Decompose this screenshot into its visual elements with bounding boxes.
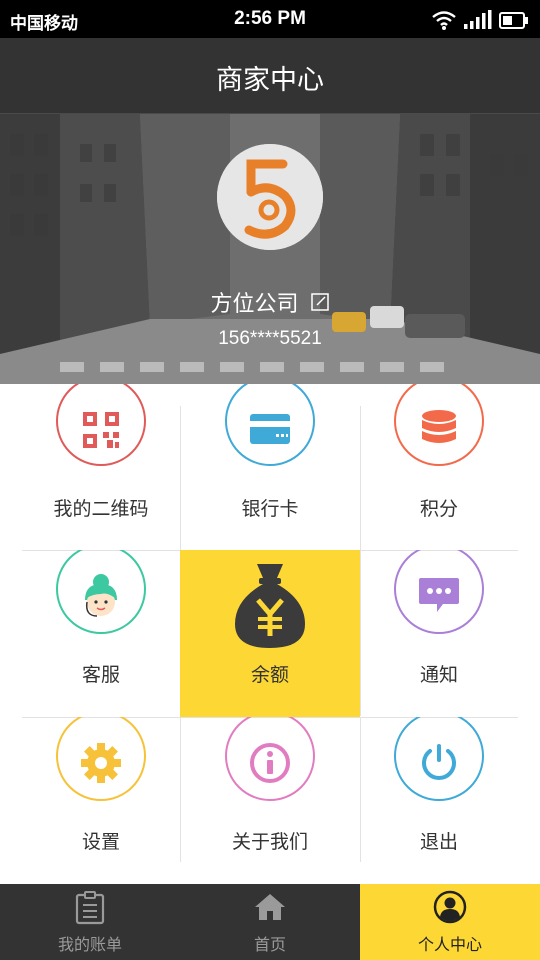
status-bar: 中国移动 2:56 PM <box>0 0 540 38</box>
info-icon <box>180 741 360 789</box>
bill-icon <box>74 891 106 929</box>
grid-item-label: 通知 <box>419 664 458 686</box>
grid-item-notification[interactable]: 通知 <box>360 550 518 717</box>
page-title: 商家中心 <box>216 65 324 96</box>
company-name: 方位公司 <box>210 292 299 317</box>
money-bag-icon <box>180 560 360 656</box>
grid-item-label: 客服 <box>81 664 120 686</box>
grid-item-about-us[interactable]: 关于我们 <box>180 717 360 862</box>
tab-label: 首页 <box>253 935 286 954</box>
phone-number: 156****5521 <box>218 328 322 349</box>
gear-icon <box>22 741 180 789</box>
grid-item-qr-code[interactable]: 我的二维码 <box>22 384 180 550</box>
grid-item-label: 退出 <box>419 831 458 853</box>
grid-item-bank-card[interactable]: 银行卡 <box>180 384 360 550</box>
grid-item-label: 余额 <box>250 664 289 686</box>
home-icon <box>253 892 287 926</box>
bottom-tab-bar: 我的账单 首页 个人中心 <box>0 884 540 960</box>
tab-label: 我的账单 <box>57 935 122 954</box>
company-logo <box>217 144 323 250</box>
function-grid: 我的二维码 银行卡 积分 客服 余额 通知 设置 关于我们 退出 <box>22 384 518 862</box>
grid-item-label: 银行卡 <box>241 498 299 520</box>
message-icon <box>360 576 518 620</box>
user-icon <box>433 890 467 928</box>
qr-code-icon <box>22 410 180 454</box>
tab-my-bills[interactable]: 我的账单 <box>0 884 180 960</box>
grid-item-label: 我的二维码 <box>53 498 149 520</box>
tab-label: 个人中心 <box>417 935 482 954</box>
signal-icon <box>464 10 492 29</box>
coin-stack-icon <box>360 408 518 452</box>
grid-item-label: 积分 <box>419 498 458 520</box>
grid-item-customer-service[interactable]: 客服 <box>22 550 180 717</box>
grid-item-points[interactable]: 积分 <box>360 384 518 550</box>
tab-home[interactable]: 首页 <box>180 884 360 960</box>
power-icon <box>360 741 518 789</box>
bank-card-icon <box>180 412 360 450</box>
customer-service-icon <box>22 572 180 628</box>
profile-banner: 方位公司 156****5521 <box>0 114 540 384</box>
battery-icon <box>499 12 528 29</box>
edit-icon[interactable] <box>310 292 330 318</box>
grid-item-label: 关于我们 <box>231 831 308 853</box>
grid-item-balance[interactable]: 余额 <box>180 550 360 717</box>
header-bar: 商家中心 <box>0 38 540 114</box>
status-icons <box>430 9 530 35</box>
avatar[interactable] <box>217 144 323 250</box>
company-name-row[interactable]: 方位公司 <box>0 286 540 318</box>
wifi-icon <box>432 11 456 26</box>
tab-personal-center[interactable]: 个人中心 <box>360 884 540 960</box>
grid-item-label: 设置 <box>81 831 120 853</box>
grid-item-logout[interactable]: 退出 <box>360 717 518 862</box>
grid-item-settings[interactable]: 设置 <box>22 717 180 862</box>
